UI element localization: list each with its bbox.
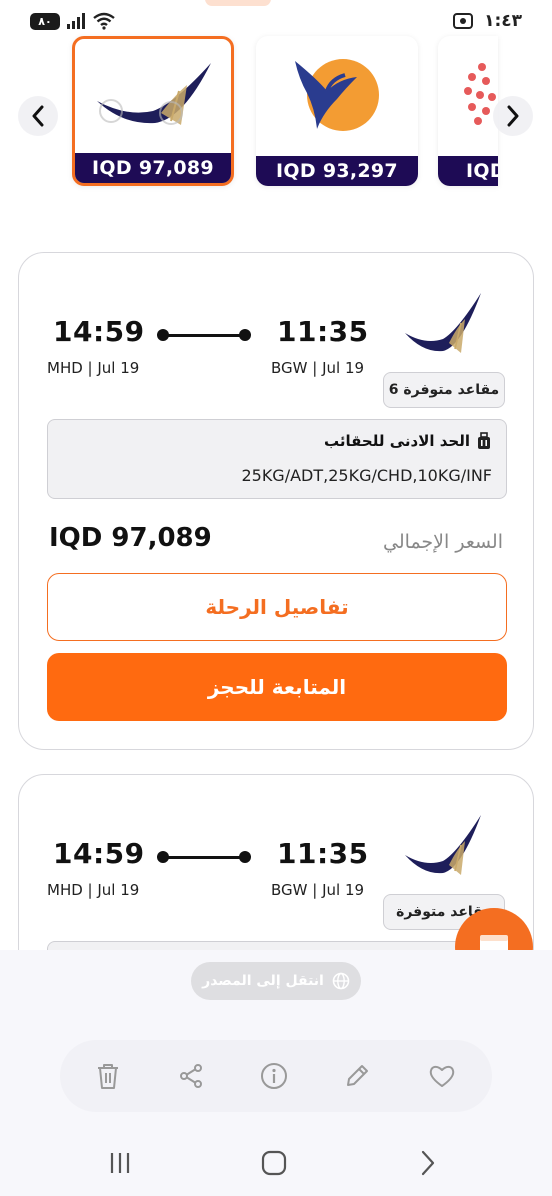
departure-airport: BGW | Jul 19: [271, 881, 365, 899]
screen-record-icon: [453, 13, 474, 29]
total-price-label: السعر الإجمالي: [383, 531, 503, 553]
delete-button[interactable]: [92, 1060, 124, 1092]
chevron-right-icon: [507, 105, 519, 127]
globe-icon: [332, 972, 350, 990]
edit-button[interactable]: [341, 1060, 373, 1092]
wifi-icon: [93, 12, 115, 30]
clock: ١:٤٣: [484, 11, 522, 31]
chevron-right-icon: [421, 1150, 435, 1176]
arrival-airport: MHD | Jul 19: [47, 881, 140, 899]
departure-airport: BGW | Jul 19: [271, 359, 365, 377]
share-button[interactable]: [175, 1060, 207, 1092]
route-line: [163, 334, 245, 337]
carousel-prev-button[interactable]: [18, 96, 58, 136]
recents-button[interactable]: [100, 1148, 140, 1178]
share-icon: [180, 1064, 202, 1088]
airline-price: IQD 93,297: [256, 156, 418, 186]
airline-logo: [438, 44, 498, 144]
favorite-button[interactable]: [426, 1060, 458, 1092]
status-right: ١:٤٣: [452, 11, 522, 31]
swoosh-logo-icon: [405, 815, 481, 875]
gallery-action-bar: [60, 1040, 492, 1112]
airline-logo: [256, 44, 418, 144]
route-line: [163, 856, 245, 859]
airline-price: IQD: [438, 156, 498, 186]
flight-card: 11:35 BGW | Jul 19 14:59 MHD | Jul 19 6 …: [18, 252, 534, 750]
departure-time: 11:35: [277, 837, 369, 870]
arrival-airport: MHD | Jul 19: [47, 359, 140, 377]
back-button[interactable]: [408, 1148, 448, 1178]
baggage-title: الحد الادنى للحقائب: [324, 432, 492, 450]
go-to-source-label: انتقل إلى المصدر: [202, 973, 324, 989]
airline-logo: [399, 809, 487, 885]
luggage-icon: [478, 432, 490, 449]
bird-sun-logo-icon: [295, 59, 379, 131]
trash-icon: [98, 1064, 118, 1089]
system-nav-bar: [0, 1130, 552, 1196]
recents-icon: [110, 1153, 130, 1173]
swoosh-logo-icon: [405, 293, 481, 353]
airline-logo: [399, 287, 487, 363]
airline-card[interactable]: IQD 93,297: [256, 36, 418, 186]
route-end-dot: [239, 329, 251, 341]
airline-card-partial[interactable]: IQD: [438, 36, 498, 186]
arrival-time: 14:59: [53, 315, 145, 348]
airline-price: IQD 97,089: [75, 153, 231, 183]
screen: ٨٠ ١:٤٣ IQD 97,089 IQD 93,297 IQ 11:35 B…: [0, 0, 552, 1196]
signal-icon: [67, 13, 85, 29]
continue-booking-button[interactable]: المتابعة للحجز: [47, 653, 507, 721]
chevron-left-icon: [32, 105, 44, 127]
seats-badge: 6 مقاعد متوفرة: [383, 372, 505, 408]
status-left: ٨٠: [30, 12, 116, 30]
airline-logo: [75, 47, 231, 147]
go-to-source-chip[interactable]: انتقل إلى المصدر: [191, 962, 361, 1000]
carousel-next-button[interactable]: [493, 96, 533, 136]
baggage-title-text: الحد الادنى للحقائب: [323, 432, 470, 450]
pencil-icon: [347, 1065, 368, 1086]
airline-card-selected[interactable]: IQD 97,089: [72, 36, 234, 186]
baggage-value: 25KG/ADT,25KG/CHD,10KG/INF: [241, 466, 492, 485]
arrival-time: 14:59: [53, 837, 145, 870]
airline-carousel: IQD 97,089 IQD 93,297 IQ: [0, 34, 552, 194]
total-price: IQD 97,089: [49, 523, 212, 553]
home-button[interactable]: [254, 1148, 294, 1178]
info-icon: [261, 1063, 287, 1089]
route-end-dot: [239, 851, 251, 863]
flight-details-button[interactable]: تفاصيل الرحلة: [47, 573, 507, 641]
home-icon: [261, 1150, 287, 1176]
battery-icon: ٨٠: [30, 12, 60, 30]
baggage-box: الحد الادنى للحقائب 25KG/ADT,25KG/CHD,10…: [47, 419, 507, 499]
swoosh-logo-icon: [97, 63, 211, 125]
info-button[interactable]: [258, 1060, 290, 1092]
departure-time: 11:35: [277, 315, 369, 348]
heart-icon: [429, 1065, 455, 1087]
